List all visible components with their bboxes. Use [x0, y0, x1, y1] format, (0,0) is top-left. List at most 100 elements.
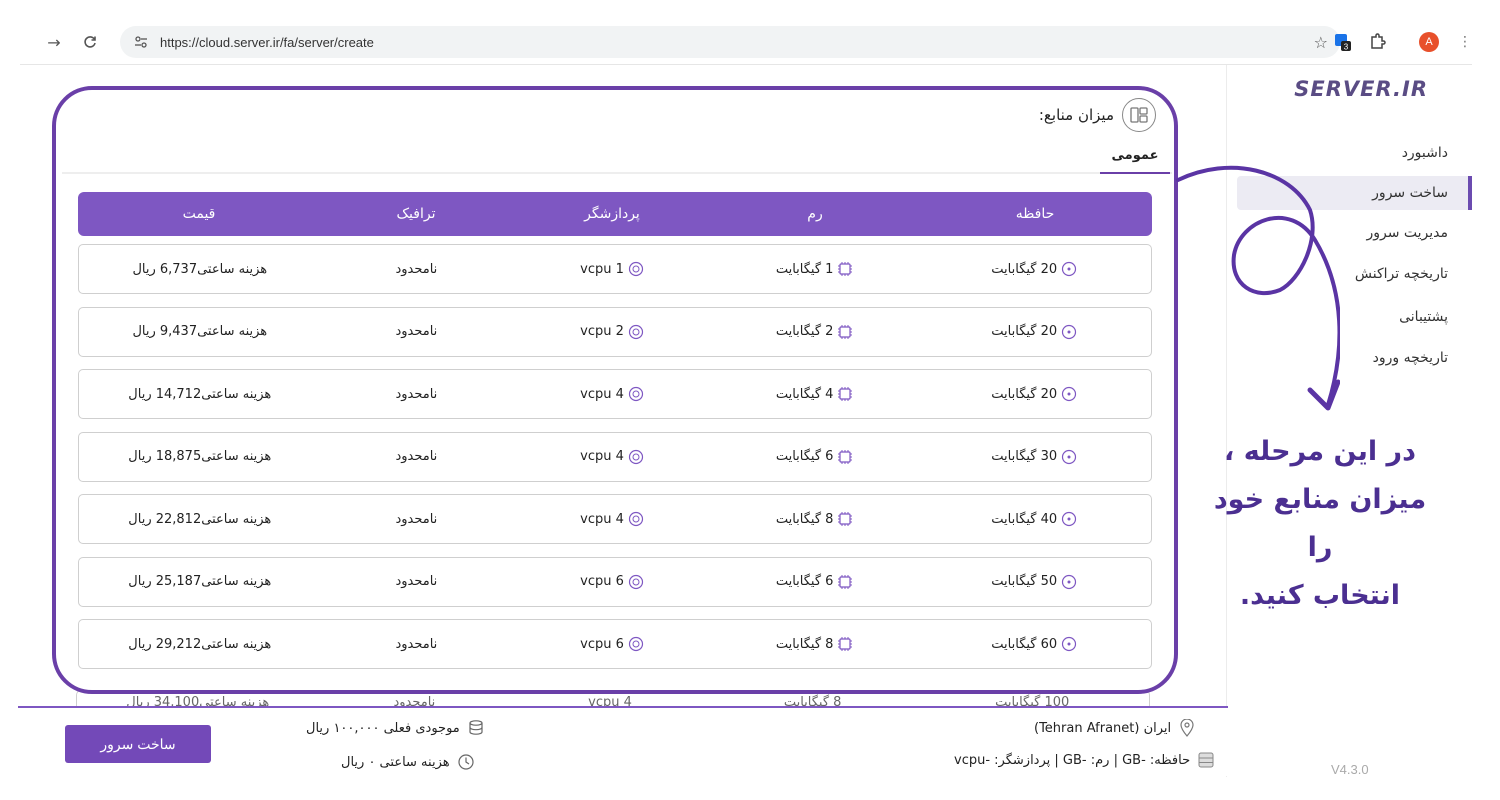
table-row[interactable]: 60 گیگابایت 8 گیگابایت vcpu 6 نامحدود هزینه … [78, 619, 1152, 669]
url-text[interactable]: https://cloud.server.ir/fa/server/create [160, 35, 374, 50]
resources-icon [1122, 98, 1156, 132]
reload-icon[interactable] [76, 28, 104, 56]
cpu-cell: vcpu 6 [512, 574, 712, 590]
traffic-cell: نامحدود [321, 574, 513, 589]
header-cpu: پردازشگر [584, 206, 640, 222]
header-traffic: ترافیک [396, 206, 436, 222]
memory-chip-icon [837, 574, 853, 590]
sidebar-item-transactions[interactable]: تاریخچه تراکنش [1355, 266, 1448, 282]
traffic-cell: نامحدود [321, 387, 513, 402]
table-row[interactable]: 40 گیگابایت 8 گیگابایت vcpu 4 نامحدود هزینه … [78, 494, 1152, 544]
specs-info: حافظه: -GB | رم: -GB | پردازشگر: -vcpu [954, 750, 1216, 770]
traffic-cell: نامحدود [321, 449, 513, 464]
browser-toolbar: → https://cloud.server.ir/fa/server/crea… [20, 20, 1472, 64]
ram-cell: 2 گیگابایت [712, 324, 918, 340]
storage-value: 20 گیگابایت [991, 261, 1058, 277]
traffic-value: نامحدود [395, 574, 438, 589]
header-price: قیمت [182, 206, 216, 222]
extension-icon[interactable]: 3 [1333, 32, 1353, 52]
server-spec-icon [1196, 750, 1216, 770]
clock-icon [456, 752, 476, 772]
annotation-arrow [1176, 165, 1340, 411]
price-cell: هزینه ساعتی25,187 ریال [79, 574, 321, 589]
price-cell: هزینه ساعتی14,712 ریال [79, 387, 321, 402]
price-cell: هزینه ساعتی29,212 ریال [79, 637, 321, 652]
price-value: هزینه ساعتی29,212 ریال [128, 636, 272, 652]
ram-cell: 4 گیگابایت [712, 386, 918, 402]
cpu-cell: vcpu 1 [512, 261, 712, 277]
cpu-value: vcpu 4 [580, 511, 624, 527]
sidebar-item-login-history[interactable]: تاریخچه ورود [1373, 350, 1448, 366]
traffic-cell: نامحدود [321, 512, 513, 527]
cpu-icon [628, 324, 644, 340]
table-row[interactable]: 20 گیگابایت 1 گیگابایت vcpu 1 نامحدود هزینه … [78, 244, 1152, 294]
bookmark-star-icon[interactable]: ☆ [1314, 33, 1328, 52]
traffic-cell: نامحدود [321, 324, 513, 339]
annotation-text: در این مرحله ، میزان منابع خود را انتخاب… [1200, 428, 1440, 620]
storage-value: 30 گیگابایت [991, 449, 1058, 464]
annotation-line: در این مرحله ، [1224, 436, 1416, 467]
hourly-cost-text: هزینه ساعتی ۰ ریال [341, 754, 450, 770]
disk-icon [1061, 574, 1077, 590]
table-row[interactable]: 30 گیگابایت 6 گیگابایت vcpu 4 نامحدود هزینه … [78, 431, 1152, 482]
extensions-puzzle-icon[interactable] [1367, 32, 1387, 52]
cpu-value: vcpu 4 [580, 449, 624, 464]
price-value: هزینه ساعتی18,875 ریال [128, 449, 272, 464]
forward-icon[interactable]: → [40, 28, 68, 56]
memory-chip-icon [837, 324, 853, 340]
resources-panel: میزان منابع: عمومی حافظه رم پردازشگر ترا… [52, 86, 1178, 694]
sidebar-item-server-management[interactable]: مدیریت سرور [1366, 225, 1448, 241]
ram-cell: 8 گیگابایت [712, 511, 918, 527]
server-ir-logo[interactable]: SERVER.IR [1294, 77, 1428, 101]
location-pin-icon [1177, 718, 1197, 738]
price-value: هزینه ساعتی22,812 ریال [128, 511, 272, 527]
price-value: هزینه ساعتی14,712 ریال [128, 386, 272, 402]
ram-cell: 6 گیگابایت [712, 574, 918, 590]
storage-value: 20 گیگابایت [991, 386, 1058, 402]
create-server-button[interactable]: ساخت سرور [65, 725, 211, 763]
cpu-icon [628, 386, 644, 402]
profile-avatar[interactable]: A [1419, 32, 1439, 52]
cpu-cell: vcpu 4 [512, 511, 712, 527]
storage-cell: 30 گیگابایت [917, 449, 1151, 465]
cpu-value: vcpu 2 [580, 324, 624, 339]
price-value: هزینه ساعتی6,737 ریال [132, 261, 268, 277]
price-cell: هزینه ساعتی6,737 ریال [79, 262, 321, 277]
price-value: هزینه ساعتی9,437 ریال [132, 324, 268, 339]
sidebar-item-dashboard[interactable]: داشبورد [1402, 145, 1448, 161]
storage-cell: 40 گیگابایت [917, 511, 1151, 527]
hourly-cost-info: هزینه ساعتی ۰ ریال [341, 752, 476, 772]
cpu-icon [628, 511, 644, 527]
traffic-value: نامحدود [395, 636, 438, 652]
traffic-value: نامحدود [395, 511, 438, 527]
storage-value: 50 گیگابایت [991, 574, 1058, 589]
cpu-cell: vcpu 4 [512, 449, 712, 465]
storage-value: 60 گیگابایت [991, 636, 1058, 652]
ram-value: 6 گیگابایت [775, 449, 834, 464]
price-cell: هزینه ساعتی9,437 ریال [79, 324, 321, 339]
annotation-line: انتخاب کنید. [1239, 580, 1401, 611]
disk-icon [1061, 324, 1077, 340]
site-settings-icon[interactable] [130, 31, 152, 53]
ram-cell: 6 گیگابایت [712, 449, 918, 465]
cpu-icon [628, 261, 644, 277]
table-row[interactable]: 20 گیگابایت 2 گیگابایت vcpu 2 نامحدود هزینه … [78, 306, 1152, 357]
storage-value: 20 گیگابایت [991, 324, 1058, 339]
cpu-cell: vcpu 4 [512, 386, 712, 402]
sidebar-item-support[interactable]: پشتیبانی [1399, 309, 1448, 325]
header-storage: حافظه [1015, 206, 1055, 222]
extension-badge: 3 [1344, 43, 1349, 52]
cpu-cell: vcpu 6 [512, 636, 712, 652]
address-bar[interactable]: https://cloud.server.ir/fa/server/create… [120, 26, 1340, 58]
ram-value: 1 گیگابایت [775, 261, 834, 277]
menu-kebab-icon[interactable]: ⋮ [1458, 34, 1472, 50]
memory-chip-icon [837, 449, 853, 465]
header-ram: رم [807, 206, 823, 222]
storage-cell: 60 گیگابایت [917, 636, 1151, 652]
table-row[interactable]: 20 گیگابایت 4 گیگابایت vcpu 4 نامحدود هزینه … [78, 369, 1152, 419]
traffic-value: نامحدود [395, 449, 438, 464]
disk-icon [1061, 386, 1077, 402]
cpu-value: vcpu 6 [580, 636, 624, 652]
table-row[interactable]: 50 گیگابایت 6 گیگابایت vcpu 6 نامحدود هزینه … [78, 556, 1152, 607]
memory-chip-icon [837, 386, 853, 402]
